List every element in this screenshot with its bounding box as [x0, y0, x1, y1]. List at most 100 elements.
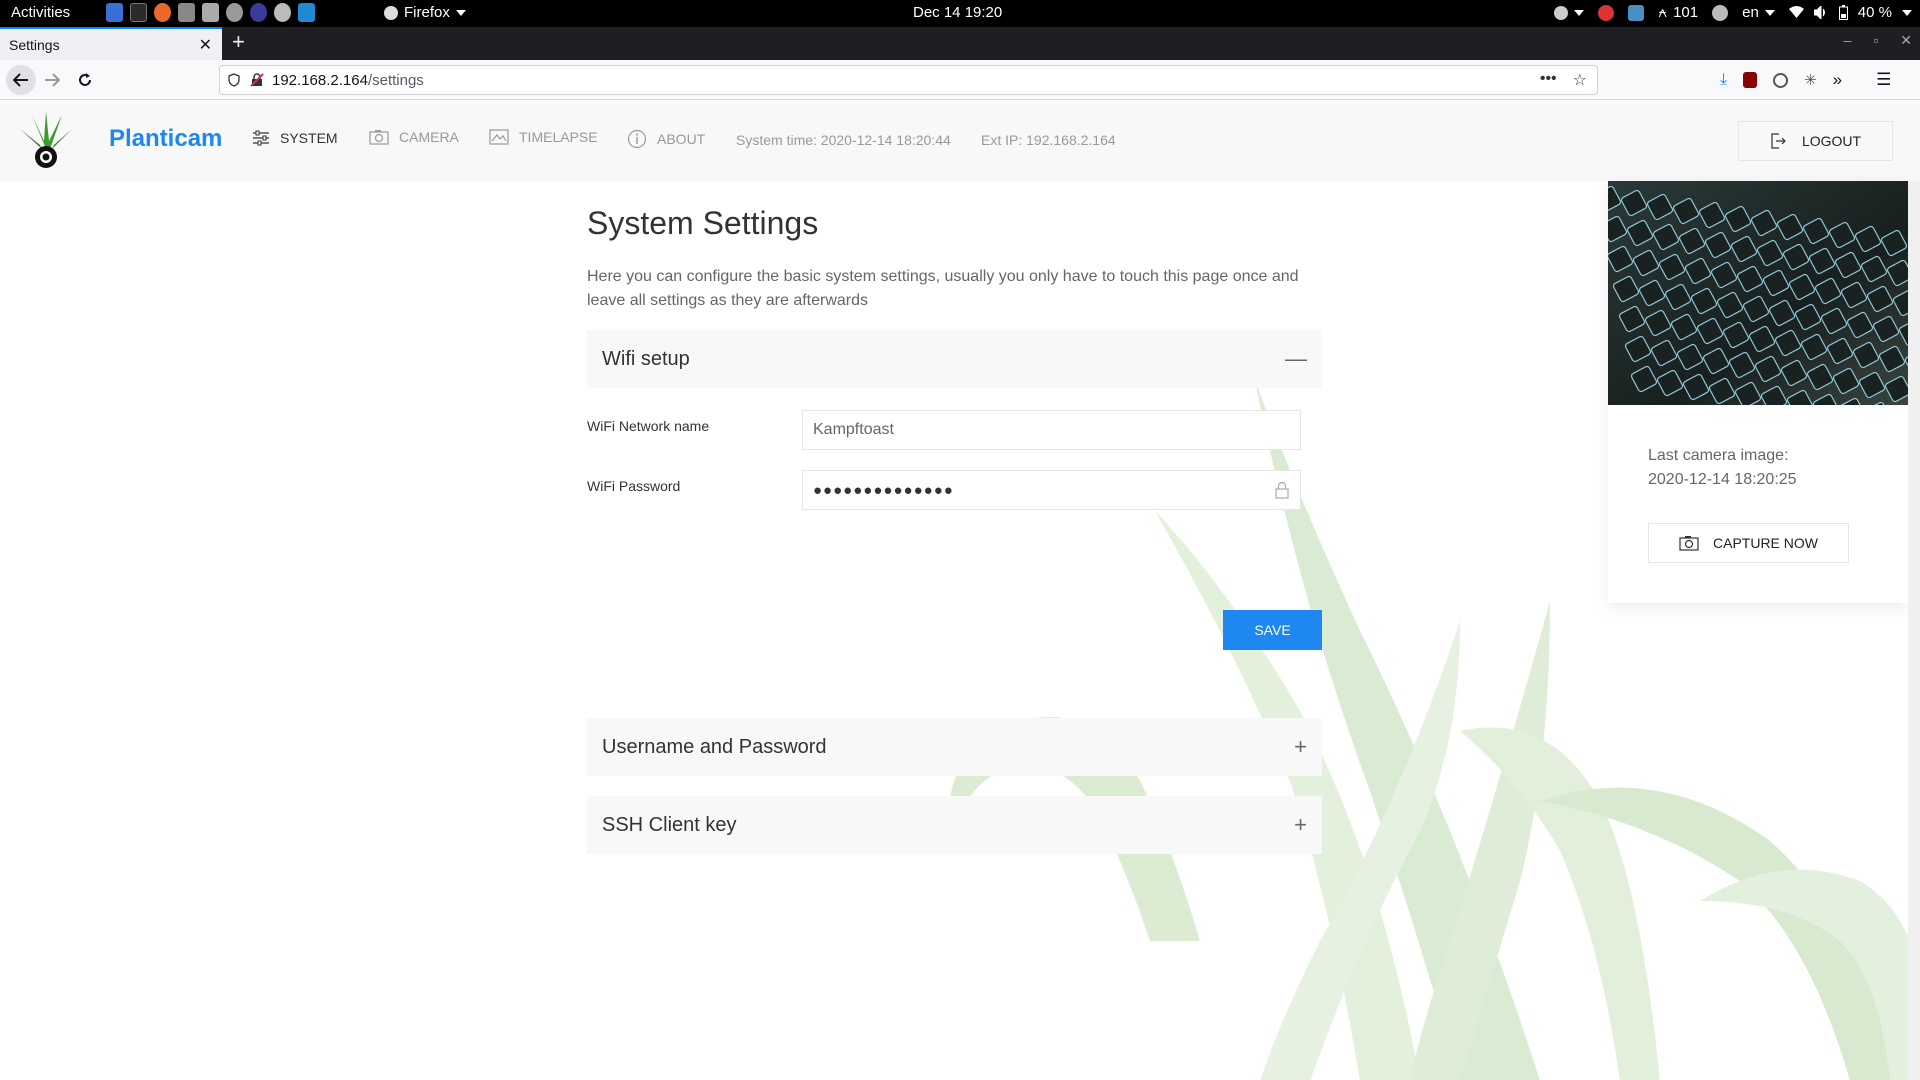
- sliders-icon: [253, 130, 269, 146]
- chevron-down-icon: [455, 9, 466, 16]
- vscode-launcher-icon[interactable]: [298, 3, 315, 22]
- printer-launcher-icon[interactable]: [202, 3, 219, 22]
- shield-icon[interactable]: [228, 73, 240, 87]
- logout-button[interactable]: LOGOUT: [1738, 121, 1893, 161]
- downloads-icon[interactable]: ⤓: [1720, 71, 1727, 89]
- status-menu[interactable]: 40 %: [1788, 4, 1912, 21]
- accordion-title: Username and Password: [602, 735, 827, 758]
- page-actions-icon[interactable]: •••: [1540, 70, 1557, 90]
- capture-label: CAPTURE NOW: [1713, 535, 1818, 551]
- gnome-top-bar: Activities Firefox Dec 14 19:20 ⍲ 101 en: [0, 0, 1920, 27]
- page-scrollbar[interactable]: [1908, 181, 1920, 1080]
- wifi-password-input[interactable]: ●●●●●●●●●●●●●●: [802, 470, 1301, 510]
- nav-timelapse[interactable]: TIMELAPSE: [489, 129, 598, 145]
- insecure-connection-icon[interactable]: [250, 73, 264, 87]
- back-button[interactable]: [6, 65, 36, 95]
- battery-icon: [1838, 5, 1848, 20]
- nav-camera[interactable]: CAMERA: [369, 129, 459, 145]
- url-host: 192.168.2.164: [272, 71, 368, 89]
- camera-icon: [369, 130, 389, 145]
- nav-system[interactable]: SYSTEM: [252, 129, 338, 147]
- reload-button[interactable]: [72, 67, 98, 93]
- ublock-icon[interactable]: [1743, 72, 1758, 88]
- url-path: /settings: [367, 71, 424, 89]
- files-launcher-icon[interactable]: [106, 3, 123, 22]
- slack-tray-icon[interactable]: [1628, 4, 1645, 21]
- plus-icon: +: [1294, 734, 1307, 759]
- nav-timelapse-label: TIMELAPSE: [519, 129, 598, 145]
- terminal-launcher-icon[interactable]: [130, 3, 147, 22]
- url-bar[interactable]: 192.168.2.164 /settings ••• ☆: [219, 65, 1598, 95]
- accordion-title: Wifi setup: [602, 347, 690, 370]
- app-header: Planticam SYSTEM CAMERA TIMELAPSE ABOUT …: [0, 101, 1920, 181]
- page-content: Planticam SYSTEM CAMERA TIMELAPSE ABOUT …: [0, 101, 1920, 1080]
- app-menu[interactable]: Firefox: [384, 4, 466, 21]
- browser-tab[interactable]: Settings ✕: [0, 27, 222, 60]
- maximize-button[interactable]: ▫: [1873, 32, 1878, 49]
- counter-indicator[interactable]: ⍲ 101: [1658, 4, 1698, 21]
- counter-value: 101: [1673, 4, 1699, 21]
- accordion-ssh-client-key[interactable]: SSH Client key +: [587, 796, 1322, 854]
- wifi-icon: [1788, 6, 1804, 19]
- privacy-extension-icon[interactable]: [1773, 72, 1789, 88]
- nav-camera-label: CAMERA: [399, 129, 459, 145]
- firefox-icon: [384, 5, 398, 20]
- language-label: en: [1742, 4, 1759, 21]
- indicator-menu[interactable]: [1554, 5, 1585, 20]
- reload-icon: [79, 73, 91, 86]
- lock-icon: [1274, 481, 1290, 499]
- hamburger-menu-icon[interactable]: ☰: [1876, 70, 1891, 90]
- dock-launchers: [106, 3, 315, 22]
- overflow-menu-icon[interactable]: »: [1833, 70, 1842, 90]
- chevron-down-icon: [1574, 9, 1585, 16]
- tab-close-icon[interactable]: ✕: [199, 35, 212, 55]
- caption-label: Last camera image:: [1648, 447, 1789, 464]
- external-ip: Ext IP: 192.168.2.164: [981, 132, 1116, 148]
- image-icon: [489, 129, 509, 145]
- wifi-network-label: WiFi Network name: [587, 418, 710, 434]
- system-time: System time: 2020-12-14 18:20:44: [736, 132, 951, 148]
- chrome-launcher-icon[interactable]: [274, 3, 291, 22]
- nav-system-label: SYSTEM: [280, 130, 338, 146]
- planticam-logo[interactable]: [18, 111, 74, 171]
- window-controls: ‒ ▫ ✕: [1844, 32, 1913, 49]
- accordion-wifi-setup[interactable]: Wifi setup —: [587, 330, 1322, 388]
- accordion-username-password[interactable]: Username and Password +: [587, 718, 1322, 776]
- activities-button[interactable]: Activities: [11, 4, 70, 21]
- new-tab-button[interactable]: +: [232, 31, 245, 53]
- gimp-launcher-icon[interactable]: [226, 3, 243, 22]
- eclipse-launcher-icon[interactable]: [250, 3, 267, 22]
- indicator-icon: [1554, 5, 1569, 20]
- arrow-right-icon: [45, 73, 60, 87]
- language-menu[interactable]: en: [1742, 4, 1775, 21]
- camera-caption: Last camera image: 2020-12-14 18:20:25: [1648, 444, 1797, 492]
- save-label: SAVE: [1254, 622, 1291, 638]
- save-button[interactable]: SAVE: [1223, 610, 1322, 650]
- minus-icon: —: [1285, 346, 1307, 371]
- wifi-network-input[interactable]: Kampftoast: [802, 410, 1301, 450]
- last-camera-image[interactable]: [1608, 181, 1908, 405]
- tools-extension-icon[interactable]: ✳: [1804, 71, 1817, 89]
- calculator-launcher-icon[interactable]: [178, 3, 195, 22]
- camera-icon: [1679, 536, 1699, 551]
- tab-title: Settings: [9, 36, 60, 53]
- sync-tray-icon[interactable]: [1712, 4, 1729, 21]
- forward-button[interactable]: [39, 67, 65, 93]
- bookmark-star-icon[interactable]: ☆: [1573, 70, 1587, 90]
- url-bar-actions: ••• ☆: [1540, 70, 1587, 90]
- accordion-title: SSH Client key: [602, 813, 737, 836]
- battery-percent: 40 %: [1857, 4, 1892, 21]
- brand-title[interactable]: Planticam: [109, 125, 222, 153]
- volume-icon: [1813, 6, 1829, 19]
- nav-about[interactable]: ABOUT: [627, 129, 705, 149]
- firefox-launcher-icon[interactable]: [154, 3, 171, 22]
- info-icon: [627, 129, 647, 149]
- system-tray: ⍲ 101 en 40 %: [1554, 4, 1912, 21]
- minimize-button[interactable]: ‒: [1844, 32, 1852, 49]
- chevron-down-icon: [1902, 9, 1912, 16]
- nav-about-label: ABOUT: [657, 131, 706, 147]
- capture-now-button[interactable]: CAPTURE NOW: [1648, 523, 1849, 563]
- chrome-tray-icon[interactable]: [1598, 4, 1615, 21]
- close-window-button[interactable]: ✕: [1900, 32, 1912, 49]
- clock[interactable]: Dec 14 19:20: [913, 4, 1002, 21]
